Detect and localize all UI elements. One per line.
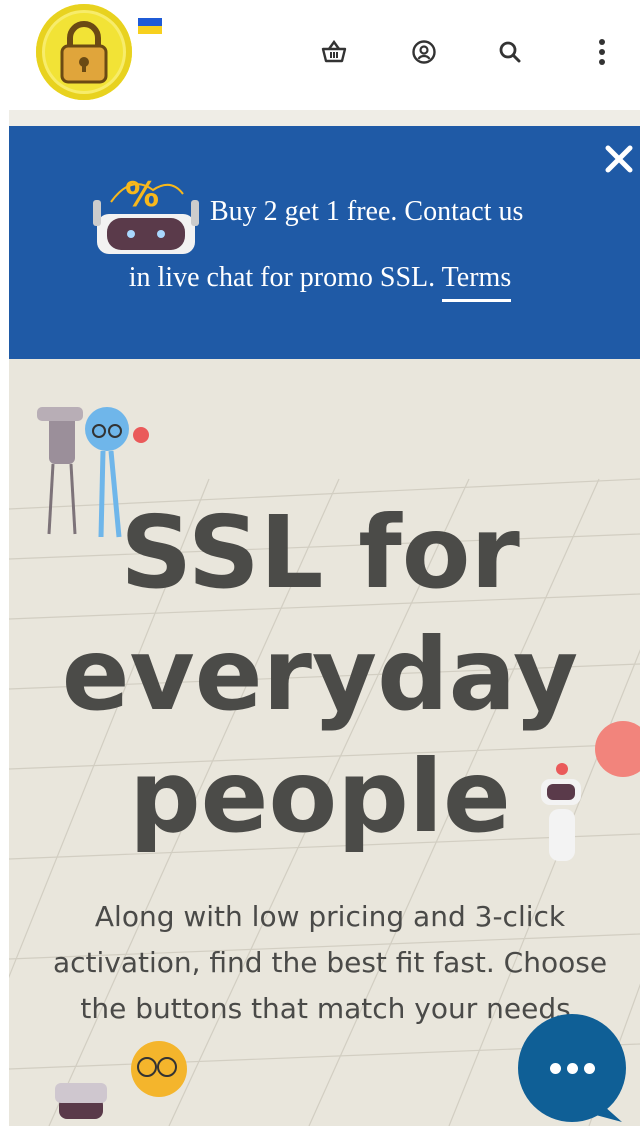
more-vertical-icon[interactable] xyxy=(584,34,620,70)
chat-bubble-icon[interactable] xyxy=(518,1014,626,1122)
robots-bottom-left-illustration xyxy=(55,1041,187,1119)
promo-text-line1: Buy 2 get 1 free. Contact us xyxy=(210,196,524,227)
promo-text-line2-body: in live chat for promo SSL. xyxy=(128,262,436,293)
ukraine-flag-icon xyxy=(138,18,162,34)
hero-title-line3: people xyxy=(129,738,511,855)
promo-text-line2: in live chat for promo SSL. Terms xyxy=(0,262,640,302)
hero-title-line2: everyday xyxy=(61,616,579,733)
svg-text:%: % xyxy=(125,175,159,215)
site-header xyxy=(0,0,640,110)
terms-link[interactable]: Terms xyxy=(441,262,512,302)
hero-title: SSL for everyday people xyxy=(0,492,640,858)
robot-percent-icon: % xyxy=(91,170,201,264)
padlock-icon xyxy=(60,21,108,84)
close-icon[interactable] xyxy=(602,142,636,176)
padlock-logo-icon[interactable] xyxy=(36,4,132,100)
search-icon[interactable] xyxy=(492,34,528,70)
promo-banner: % xyxy=(9,126,640,359)
header-divider xyxy=(0,110,640,126)
account-icon[interactable] xyxy=(406,34,442,70)
page-left-edge xyxy=(0,110,9,1126)
hero-description: Along with low pricing and 3-click activ… xyxy=(52,900,608,1025)
hero-title-line1: SSL for xyxy=(120,494,520,611)
basket-icon[interactable] xyxy=(316,34,352,70)
